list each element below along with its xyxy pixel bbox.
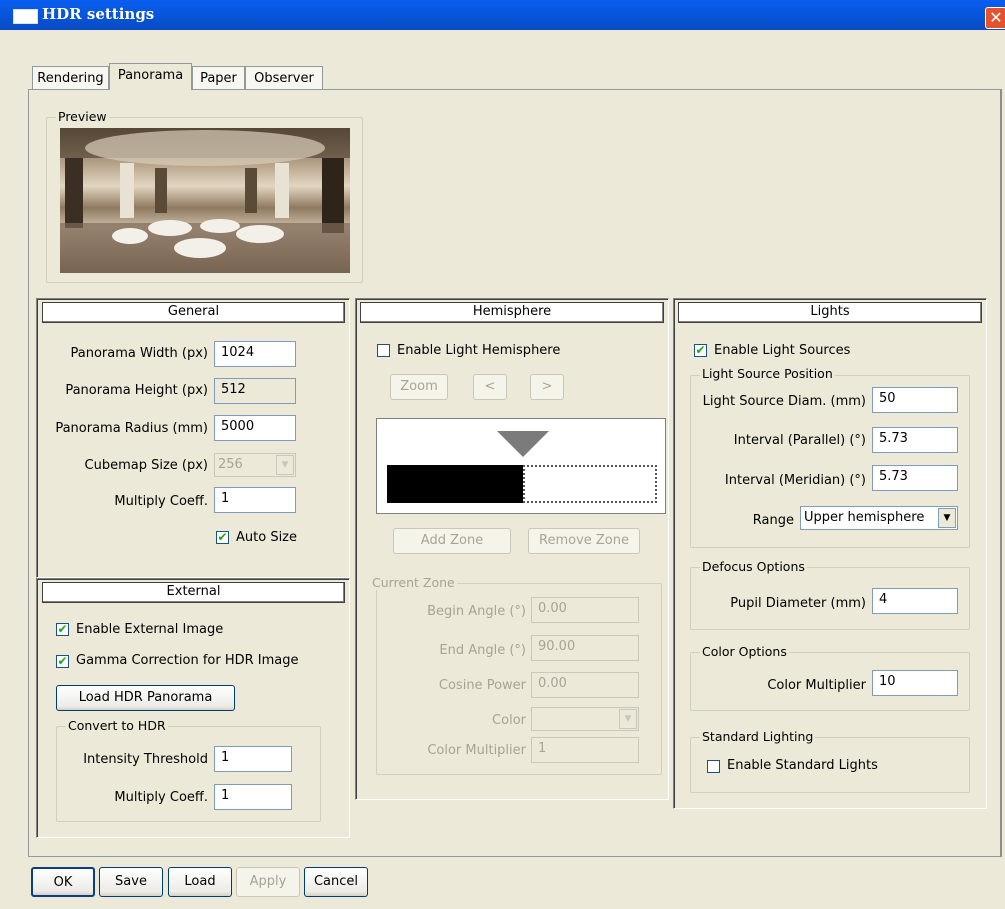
lights-header: Lights (678, 302, 982, 323)
interval-meridian-input[interactable]: 5.73 (872, 465, 958, 491)
panorama-height-label: Panorama Height (px) (65, 383, 208, 398)
load-hdr-panorama-button[interactable]: Load HDR Panorama (56, 685, 235, 711)
window-icon (13, 9, 38, 24)
zone-gradient-view[interactable] (376, 418, 666, 514)
apply-button[interactable]: Apply (236, 867, 300, 897)
zone-color-select[interactable]: ▼ (531, 707, 639, 731)
gamma-correction-checkbox[interactable]: ✔ (56, 655, 69, 668)
enable-external-image-checkbox[interactable]: ✔ (56, 623, 69, 636)
enable-standard-lights-checkbox[interactable] (707, 760, 720, 773)
general-panel (36, 298, 350, 578)
load-button[interactable]: Load (168, 867, 232, 897)
enable-light-hemisphere-checkbox[interactable] (377, 344, 390, 357)
light-source-position-label: Light Source Position (700, 366, 835, 381)
convert-multiply-coeff-input[interactable]: 1 (214, 784, 292, 810)
ok-button[interactable]: OK (31, 867, 95, 897)
light-source-diam-input[interactable]: 50 (872, 387, 958, 413)
panorama-radius-label: Panorama Radius (mm) (55, 421, 208, 436)
add-zone-button[interactable]: Add Zone (393, 528, 511, 554)
chevron-down-icon: ▼ (619, 709, 637, 729)
auto-size-label: Auto Size (236, 530, 298, 545)
panorama-width-input[interactable]: 1024 (214, 341, 296, 367)
pupil-diameter-label: Pupil Diameter (mm) (730, 596, 866, 611)
tab-panorama[interactable]: Panorama (109, 63, 192, 90)
chevron-down-icon: ▼ (276, 455, 294, 475)
zone-white-segment[interactable] (523, 465, 657, 503)
panorama-width-label: Panorama Width (px) (70, 346, 208, 361)
cosine-power-label: Cosine Power (438, 678, 526, 693)
light-source-diam-label: Light Source Diam. (mm) (702, 394, 866, 409)
preview-image (60, 128, 350, 273)
tab-rendering[interactable]: Rendering (32, 66, 109, 89)
zoom-button[interactable]: Zoom (390, 374, 448, 400)
gamma-correction-label: Gamma Correction for HDR Image (76, 653, 299, 668)
external-header: External (42, 582, 345, 603)
lights-color-multiplier-input[interactable]: 10 (872, 670, 958, 696)
cubemap-size-label: Cubemap Size (px) (84, 458, 209, 473)
panorama-radius-input[interactable]: 5000 (214, 415, 296, 441)
enable-external-image-label: Enable External Image (76, 622, 224, 637)
chevron-down-icon: ▼ (938, 508, 956, 528)
zone-color-multiplier-input[interactable]: 1 (531, 737, 639, 763)
cubemap-size-value: 256 (218, 457, 243, 472)
zone-color-multiplier-label: Color Multiplier (427, 743, 526, 758)
enable-light-hemisphere-label: Enable Light Hemisphere (397, 343, 561, 358)
cancel-button[interactable]: Cancel (304, 867, 368, 897)
current-zone-label: Current Zone (370, 575, 457, 590)
interval-meridian-label: Interval (Meridian) (°) (724, 473, 866, 488)
save-button[interactable]: Save (99, 867, 163, 897)
end-angle-label: End Angle (°) (439, 643, 526, 658)
enable-standard-lights-label: Enable Standard Lights (727, 758, 878, 773)
panorama-height-input: 512 (214, 378, 296, 404)
preview-label: Preview (56, 109, 109, 124)
window-title: HDR settings (42, 5, 155, 23)
general-header: General (42, 302, 345, 323)
intensity-threshold-label: Intensity Threshold (83, 752, 208, 767)
lights-color-multiplier-label: Color Multiplier (767, 678, 866, 693)
enable-light-sources-checkbox[interactable]: ✔ (694, 344, 707, 357)
range-value: Upper hemisphere (804, 510, 925, 525)
range-label: Range (752, 513, 794, 528)
begin-angle-label: Begin Angle (°) (427, 604, 526, 619)
remove-zone-button[interactable]: Remove Zone (528, 528, 640, 554)
zone-marker-icon (497, 431, 549, 457)
next-button[interactable]: > (530, 374, 564, 400)
color-options-label: Color Options (700, 644, 789, 659)
defocus-options-label: Defocus Options (700, 559, 807, 574)
interval-parallel-label: Interval (Parallel) (°) (733, 433, 866, 448)
pupil-diameter-input[interactable]: 4 (872, 588, 958, 614)
title-bar: HDR settings ✕ (0, 0, 1005, 30)
zone-color-label: Color (492, 713, 526, 728)
cubemap-size-select: 256 ▼ (214, 453, 296, 477)
convert-to-hdr-label: Convert to HDR (66, 718, 168, 733)
zone-black-segment (387, 465, 523, 503)
cosine-power-input[interactable]: 0.00 (531, 672, 639, 698)
end-angle-input[interactable]: 90.00 (531, 635, 639, 661)
enable-light-sources-label: Enable Light Sources (714, 343, 851, 358)
auto-size-checkbox[interactable]: ✔ (216, 531, 229, 544)
convert-multiply-coeff-label: Multiply Coeff. (114, 790, 208, 805)
tab-paper[interactable]: Paper (192, 66, 245, 89)
previous-button[interactable]: < (473, 374, 507, 400)
tab-observer[interactable]: Observer (245, 66, 323, 89)
begin-angle-input[interactable]: 0.00 (531, 597, 639, 623)
interval-parallel-input[interactable]: 5.73 (872, 427, 958, 453)
multiply-coeff-input[interactable]: 1 (214, 487, 296, 513)
range-select[interactable]: Upper hemisphere ▼ (800, 506, 958, 530)
intensity-threshold-input[interactable]: 1 (214, 746, 292, 772)
standard-lighting-label: Standard Lighting (700, 729, 816, 744)
close-button[interactable]: ✕ (985, 7, 1005, 29)
hemisphere-header: Hemisphere (360, 302, 664, 323)
multiply-coeff-label: Multiply Coeff. (114, 494, 208, 509)
